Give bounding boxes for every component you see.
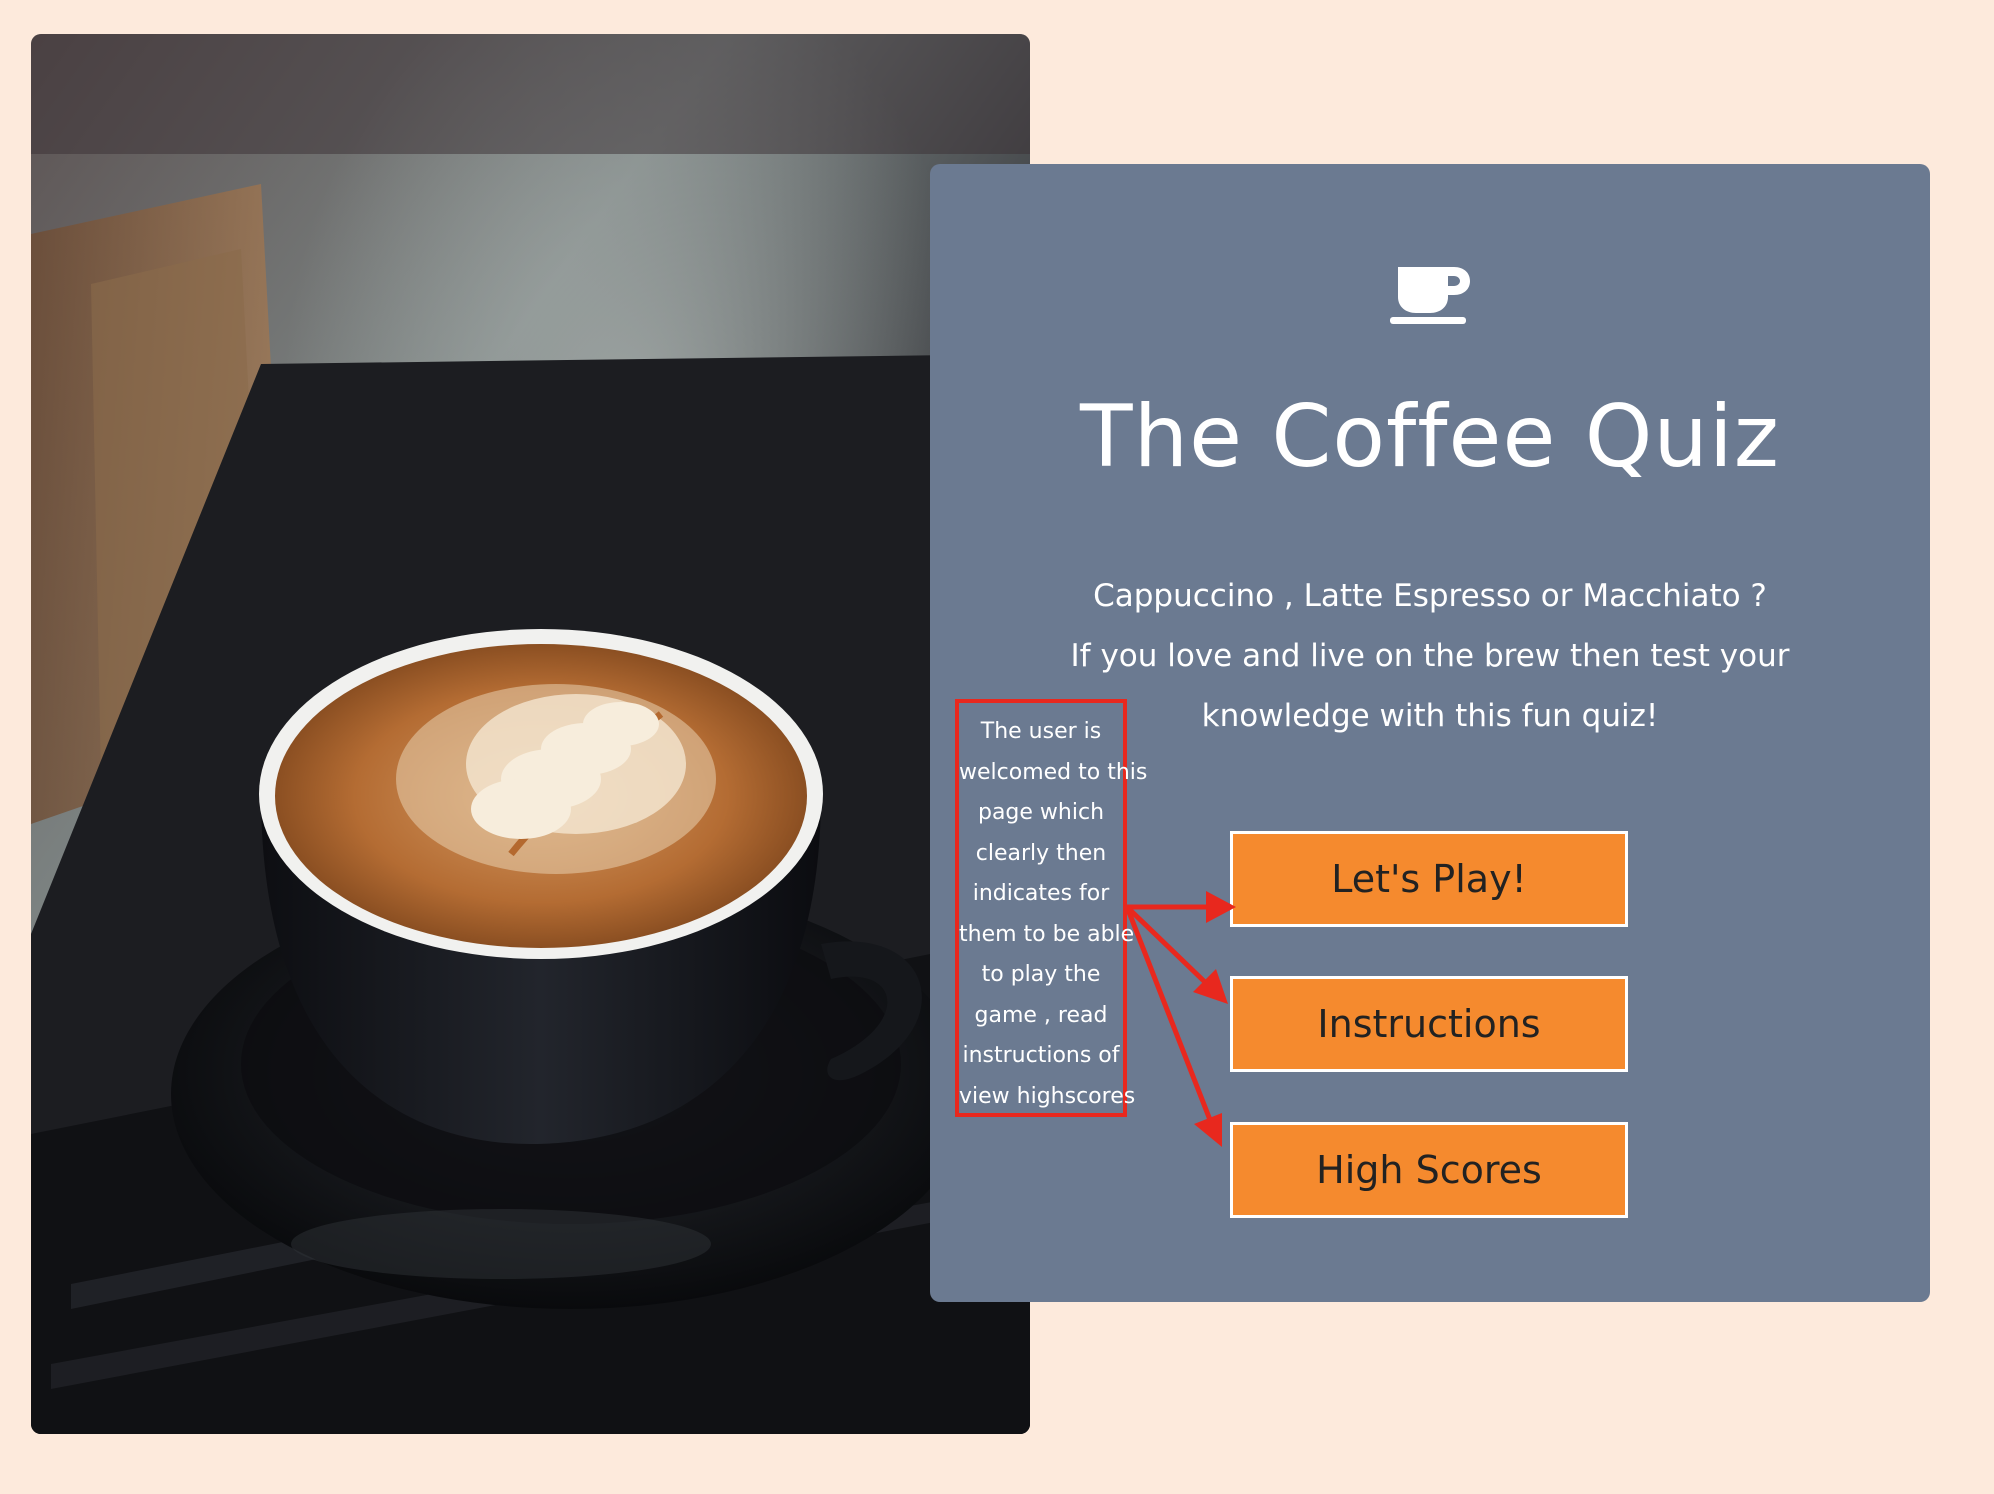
tagline-line: If you love and live on the brew then te…	[1070, 638, 1790, 674]
annotation-line: indicates for	[972, 881, 1110, 906]
latte-cup-image	[31, 34, 1030, 1434]
annotation-line: them to be able	[959, 921, 1135, 947]
coffee-cup-icon	[1390, 261, 1470, 325]
annotation-note: The user is welcomed to this page which …	[955, 699, 1148, 1117]
play-button[interactable]: Let's Play!	[1230, 831, 1628, 927]
tagline-line: Cappuccino , Latte Espresso or Macchiato…	[1093, 578, 1767, 614]
annotation-line: to play the	[981, 962, 1101, 987]
annotation-line: instructions of	[962, 1043, 1120, 1068]
annotation-line: clearly then	[975, 840, 1107, 866]
annotation-line: view highscores	[959, 1083, 1136, 1109]
annotation-line: The user is	[980, 719, 1102, 744]
instructions-button[interactable]: Instructions	[1230, 976, 1628, 1072]
tagline-line: knowledge with this fun quiz!	[1201, 698, 1659, 734]
coffee-photo	[31, 34, 1030, 1434]
annotation-line: game , read	[974, 1002, 1108, 1028]
tagline: Cappuccino , Latte Espresso or Macchiato…	[1010, 566, 1850, 746]
high-scores-button[interactable]: High Scores	[1230, 1122, 1628, 1218]
page-title: The Coffee Quiz	[1080, 387, 1780, 487]
annotation-line: welcomed to this	[959, 759, 1148, 785]
annotation-line: page which	[977, 800, 1105, 825]
